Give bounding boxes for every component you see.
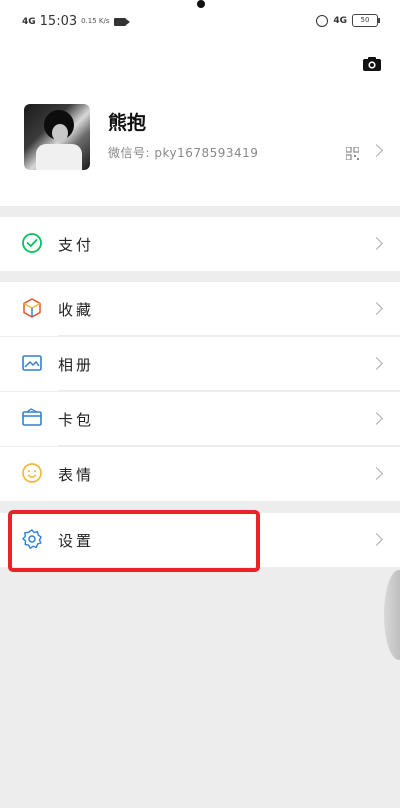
highlight-box bbox=[8, 510, 260, 572]
menu-label-stickers: 表情 bbox=[58, 466, 95, 484]
menu-label-album: 相册 bbox=[58, 356, 95, 374]
status-left: 4G 15:03 0.15 K/s bbox=[22, 14, 130, 29]
qr-code-icon[interactable] bbox=[346, 147, 359, 160]
network-indicator: 4G bbox=[22, 16, 36, 27]
front-camera bbox=[197, 0, 205, 8]
wallet-icon bbox=[22, 408, 42, 426]
chevron-right-icon bbox=[370, 412, 383, 425]
menu-item-favorites[interactable]: 收藏 bbox=[0, 282, 400, 336]
screen-edge-curve bbox=[384, 570, 400, 660]
video-record-icon bbox=[113, 17, 130, 26]
wechat-id: 微信号: pky1678593419 bbox=[108, 146, 259, 160]
menu-item-album[interactable]: 相册 bbox=[0, 337, 400, 391]
image-icon bbox=[22, 355, 42, 371]
alarm-icon bbox=[316, 14, 329, 27]
chevron-right-icon bbox=[370, 357, 383, 370]
wechat-pay-icon bbox=[22, 233, 42, 253]
status-right: 4G 50 bbox=[316, 14, 380, 27]
menu-label-cards: 卡包 bbox=[58, 411, 95, 429]
avatar[interactable] bbox=[24, 104, 90, 170]
network-speed: 0.15 K/s bbox=[81, 17, 110, 25]
menu-label-pay: 支付 bbox=[58, 236, 95, 254]
battery-icon: 50 bbox=[352, 14, 380, 27]
menu-item-cards[interactable]: 卡包 bbox=[0, 392, 400, 446]
nickname: 熊抱 bbox=[108, 112, 147, 134]
menu-item-stickers[interactable]: 表情 bbox=[0, 447, 400, 501]
menu-item-pay[interactable]: 支付 bbox=[0, 217, 400, 271]
smile-icon bbox=[22, 463, 42, 483]
chevron-right-icon bbox=[370, 467, 383, 480]
status-bar: 4G 15:03 0.15 K/s 4G 50 bbox=[0, 0, 400, 44]
camera-icon[interactable] bbox=[362, 56, 382, 72]
menu-label-favorites: 收藏 bbox=[58, 301, 95, 319]
cube-icon bbox=[23, 298, 41, 318]
network-indicator-right: 4G bbox=[333, 15, 347, 26]
chevron-right-icon bbox=[370, 144, 383, 157]
chevron-right-icon bbox=[370, 237, 383, 250]
clock: 15:03 bbox=[39, 14, 78, 29]
chevron-right-icon bbox=[370, 302, 383, 315]
chevron-right-icon bbox=[370, 533, 383, 546]
profile-card[interactable]: 熊抱 微信号: pky1678593419 bbox=[0, 44, 400, 206]
